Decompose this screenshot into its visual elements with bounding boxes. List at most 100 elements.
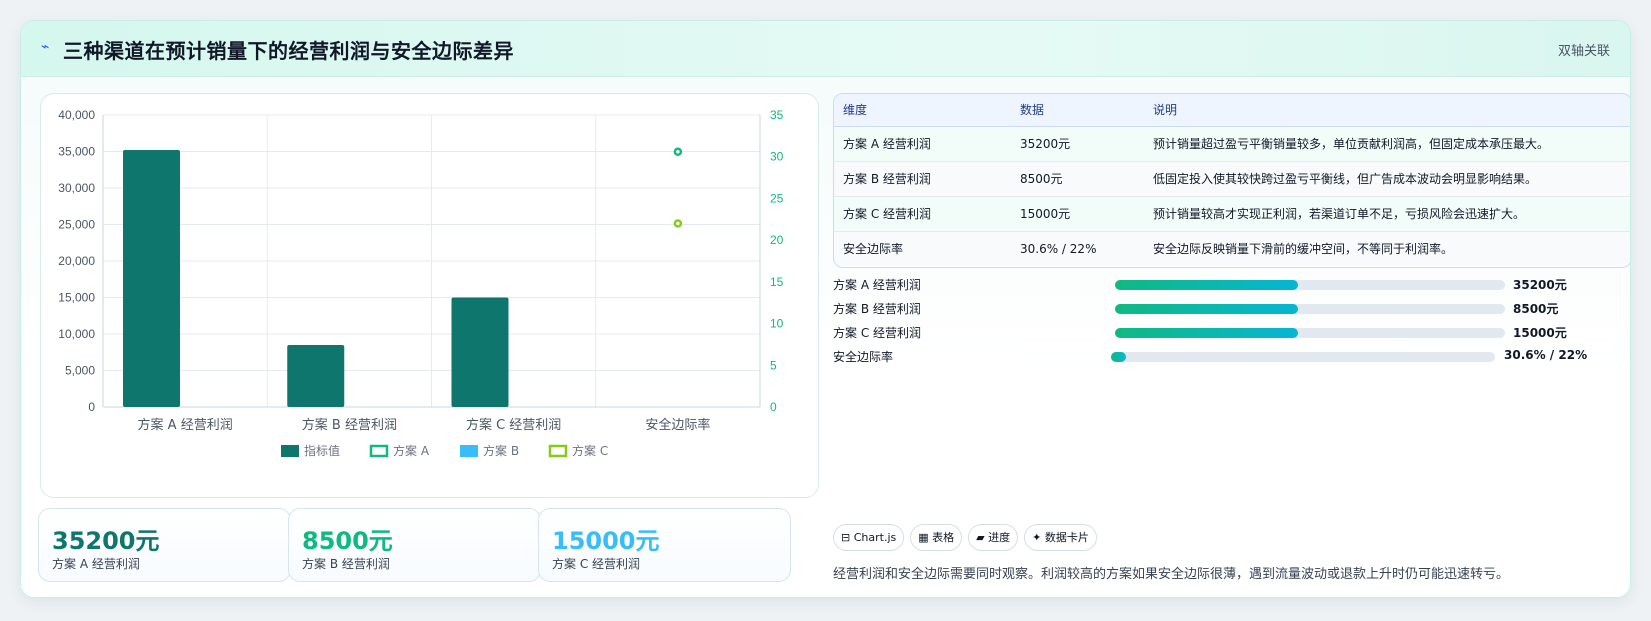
chip-label: 数据卡片 bbox=[1044, 531, 1089, 544]
pulse-icon: ⌁ bbox=[41, 39, 50, 55]
col-header-description: 说明 bbox=[1144, 94, 1630, 127]
cell-data: 15000元 bbox=[1011, 196, 1144, 232]
chip-chartjs[interactable]: ⊟ Chart.js bbox=[833, 524, 905, 551]
progress-fill bbox=[1115, 280, 1299, 290]
y-tick-label: 10,000 bbox=[58, 327, 95, 341]
table-row: 方案 C 经营利润 15000元 预计销量较高才实现正利润，若渠道订单不足，亏损… bbox=[834, 196, 1630, 232]
legend-swatch bbox=[369, 444, 389, 458]
y-tick-label: 30,000 bbox=[58, 181, 95, 195]
chip-label: 表格 bbox=[932, 531, 955, 544]
progress-track bbox=[1111, 352, 1495, 362]
kpi-value: 15000元 bbox=[552, 527, 660, 555]
bar bbox=[123, 150, 180, 407]
y2-tick-label: 35 bbox=[770, 108, 784, 122]
cell-description: 安全边际反映销量下滑前的缓冲空间，不等同于利润率。 bbox=[1144, 231, 1630, 266]
sparkle-icon: ✦ bbox=[1032, 531, 1042, 544]
kpi-label: 方案 C 经营利润 bbox=[552, 557, 641, 571]
y2-tick-label: 0 bbox=[770, 400, 777, 414]
tech-chips: ⊟ Chart.js ▦ 表格 ▰ 进度 ✦ 数据卡片 bbox=[833, 524, 1103, 552]
progress-icon: ▰ bbox=[976, 531, 985, 544]
y-tick-label: 15,000 bbox=[58, 291, 95, 305]
footnote: 经营利润和安全边际需要同时观察。利润较高的方案如果安全边际很薄，遇到流量波动或退… bbox=[833, 567, 1510, 582]
chip-table[interactable]: ▦ 表格 bbox=[910, 524, 963, 551]
bar bbox=[451, 297, 509, 407]
legend-label: 方案 C bbox=[572, 443, 608, 458]
y2-tick-label: 5 bbox=[770, 358, 777, 372]
chip-progress[interactable]: ▰ 进度 bbox=[968, 524, 1019, 551]
cell-dimension: 安全边际率 bbox=[834, 231, 1011, 266]
col-header-data: 数据 bbox=[1011, 94, 1144, 127]
cell-data: 35200元 bbox=[1011, 126, 1144, 162]
kpi-card-b: 8500元 方案 B 经营利润 bbox=[288, 508, 541, 582]
progress-label: 方案 A 经营利润 bbox=[833, 278, 921, 292]
progress-fill bbox=[1111, 352, 1127, 362]
chip-datacard[interactable]: ✦ 数据卡片 bbox=[1024, 524, 1097, 551]
cell-data: 30.6% / 22% bbox=[1011, 231, 1144, 266]
x-tick-label: 方案 B 经营利润 bbox=[302, 417, 397, 433]
cell-dimension: 方案 C 经营利润 bbox=[834, 196, 1011, 232]
y-tick-label: 35,000 bbox=[58, 145, 95, 159]
legend-label: 方案 B bbox=[483, 443, 519, 458]
legend-label: 指标值 bbox=[304, 443, 340, 458]
progress-row-margin: 安全边际率 30.6% / 22% bbox=[833, 347, 1630, 367]
legend-swatch bbox=[281, 445, 299, 457]
progress-label: 安全边际率 bbox=[833, 350, 894, 364]
progress-fill bbox=[1115, 328, 1299, 338]
kpi-card-c: 15000元 方案 C 经营利润 bbox=[538, 508, 791, 582]
dual-axis-badge: 双轴关联 bbox=[1557, 44, 1610, 59]
y-tick-label: 0 bbox=[88, 400, 95, 414]
kpi-value: 8500元 bbox=[302, 527, 393, 555]
cell-description: 低固定投入使其较快跨过盈亏平衡线，但广告成本波动会明显影响结果。 bbox=[1144, 161, 1630, 197]
legend-swatch bbox=[548, 444, 568, 458]
table-row: 安全边际率 30.6% / 22% 安全边际反映销量下滑前的缓冲空间，不等同于利… bbox=[834, 231, 1630, 266]
progress-row-b: 方案 B 经营利润 8500元 bbox=[833, 299, 1630, 319]
page-title: 三种渠道在预计销量下的经营利润与安全边际差异 bbox=[63, 39, 514, 63]
cell-dimension: 方案 A 经营利润 bbox=[834, 126, 1011, 162]
y2-tick-label: 15 bbox=[770, 275, 784, 289]
table-row: 方案 A 经营利润 35200元 预计销量超过盈亏平衡销量较多，单位贡献利润高，… bbox=[834, 126, 1630, 162]
y2-tick-label: 20 bbox=[770, 233, 784, 247]
combo-chart: 40,000 35,000 30,000 25,000 20,000 15,000 10,0… bbox=[58, 108, 784, 458]
kpi-value: 35200元 bbox=[52, 527, 160, 555]
y2-tick-label: 10 bbox=[770, 317, 784, 331]
y-tick-label: 40,000 bbox=[58, 108, 95, 122]
table-header-row: 维度 数据 说明 bbox=[834, 94, 1630, 127]
progress-value: 15000元 bbox=[1513, 326, 1567, 340]
kpi-label: 方案 A 经营利润 bbox=[52, 557, 140, 571]
data-table: 维度 数据 说明 方案 A 经营利润 35200元 预计销量超过盈亏平衡销量较多… bbox=[833, 93, 1630, 268]
chart-panel: 40,000 35,000 30,000 25,000 20,000 15,000 10,0… bbox=[40, 93, 819, 498]
progress-row-a: 方案 A 经营利润 35200元 bbox=[833, 275, 1630, 295]
cell-dimension: 方案 B 经营利润 bbox=[834, 161, 1011, 197]
cell-description: 预计销量较高才实现正利润，若渠道订单不足，亏损风险会迅速扩大。 bbox=[1144, 196, 1630, 232]
y2-tick-label: 25 bbox=[770, 191, 784, 205]
x-tick-label: 安全边际率 bbox=[645, 417, 710, 433]
table-icon: ▦ bbox=[918, 531, 929, 544]
legend-swatch bbox=[460, 445, 478, 457]
legend-label: 方案 A bbox=[393, 443, 430, 458]
kpi-card-a: 35200元 方案 A 经营利润 bbox=[38, 508, 291, 582]
card-header: ⌁ 三种渠道在预计销量下的经营利润与安全边际差异 双轴关联 bbox=[21, 21, 1630, 77]
chip-label: Chart.js bbox=[853, 531, 897, 544]
progress-label: 方案 B 经营利润 bbox=[833, 302, 921, 316]
progress-label: 方案 C 经营利润 bbox=[833, 326, 922, 340]
bar bbox=[287, 344, 345, 407]
col-header-dimension: 维度 bbox=[834, 94, 1011, 127]
kpi-label: 方案 B 经营利润 bbox=[302, 557, 390, 571]
cell-description: 预计销量超过盈亏平衡销量较多，单位贡献利润高，但固定成本承压最大。 bbox=[1144, 126, 1630, 162]
cell-data: 8500元 bbox=[1011, 161, 1144, 197]
x-tick-label: 方案 A 经营利润 bbox=[138, 417, 233, 433]
chart-icon: ⊟ bbox=[841, 531, 851, 544]
y-tick-label: 5,000 bbox=[65, 364, 95, 378]
progress-value: 30.6% / 22% bbox=[1504, 348, 1588, 362]
report-card: ⌁ 三种渠道在预计销量下的经营利润与安全边际差异 双轴关联 40,000 35,0… bbox=[20, 20, 1631, 598]
x-tick-label: 方案 C 经营利润 bbox=[466, 417, 561, 433]
y-tick-label: 20,000 bbox=[58, 254, 95, 268]
y-tick-label: 25,000 bbox=[58, 218, 95, 232]
progress-track bbox=[1115, 328, 1505, 338]
progress-value: 35200元 bbox=[1513, 278, 1567, 292]
progress-track bbox=[1115, 280, 1505, 290]
y2-tick-label: 30 bbox=[770, 150, 784, 164]
point bbox=[673, 147, 683, 156]
point bbox=[673, 219, 683, 228]
progress-track bbox=[1115, 304, 1505, 314]
